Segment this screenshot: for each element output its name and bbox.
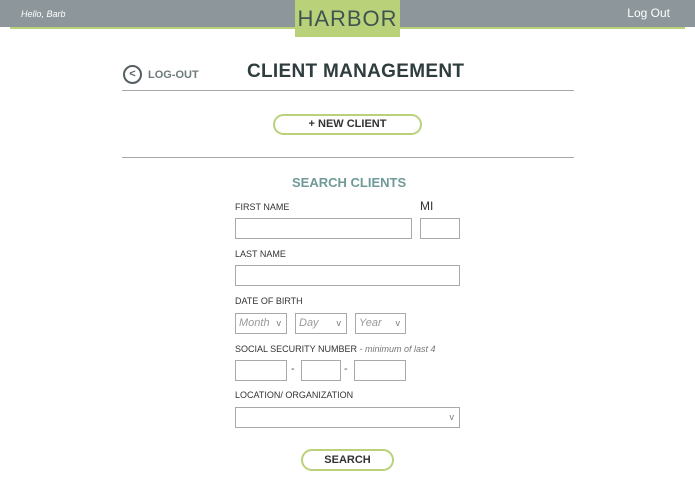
chevron-down-icon: v — [395, 318, 401, 328]
first-name-label: FIRST NAME — [235, 202, 290, 212]
ssn-label: SOCIAL SECURITY NUMBER - minimum of last… — [235, 344, 436, 354]
last-name-label: LAST NAME — [235, 249, 286, 259]
search-clients-title: SEARCH CLIENTS — [292, 175, 407, 190]
header-divider — [122, 90, 574, 91]
new-client-button[interactable]: + NEW CLIENT — [273, 114, 422, 135]
dob-label: DATE OF BIRTH — [235, 296, 303, 306]
logout-link[interactable]: Log Out — [627, 6, 670, 20]
dob-day-select[interactable]: Day v — [295, 313, 347, 334]
ssn-dash-1: - — [291, 363, 295, 375]
harbor-logo: HARBOR — [295, 0, 400, 37]
dob-day-value: Day — [299, 317, 319, 329]
back-arrow-icon: < — [123, 65, 142, 84]
ssn-part3-input[interactable] — [354, 360, 406, 381]
mi-label: MI — [420, 199, 434, 213]
section-divider — [122, 157, 574, 158]
dob-year-select[interactable]: Year v — [355, 313, 406, 334]
greeting-text: Hello, Barb — [21, 9, 66, 19]
dob-year-value: Year — [359, 317, 382, 329]
chevron-down-icon: v — [276, 318, 282, 328]
last-name-input[interactable] — [235, 265, 460, 286]
back-logout-label: LOG-OUT — [148, 68, 199, 81]
chevron-down-icon: v — [336, 318, 342, 328]
location-label: LOCATION/ ORGANIZATION — [235, 390, 354, 400]
ssn-part2-input[interactable] — [301, 360, 341, 381]
ssn-dash-2: - — [344, 363, 348, 375]
back-logout-button[interactable]: < LOG-OUT — [123, 65, 199, 84]
ssn-hint: - minimum of last 4 — [357, 344, 436, 354]
first-name-input[interactable] — [235, 218, 412, 239]
location-select[interactable]: v — [235, 407, 460, 428]
dob-month-select[interactable]: Month v — [235, 313, 287, 334]
chevron-down-icon: v — [449, 412, 455, 422]
ssn-part1-input[interactable] — [235, 360, 287, 381]
dob-month-value: Month — [239, 317, 270, 329]
page-title: CLIENT MANAGEMENT — [247, 61, 465, 82]
ssn-label-text: SOCIAL SECURITY NUMBER — [235, 344, 358, 354]
middle-initial-input[interactable] — [420, 218, 460, 239]
search-button[interactable]: SEARCH — [301, 449, 394, 471]
